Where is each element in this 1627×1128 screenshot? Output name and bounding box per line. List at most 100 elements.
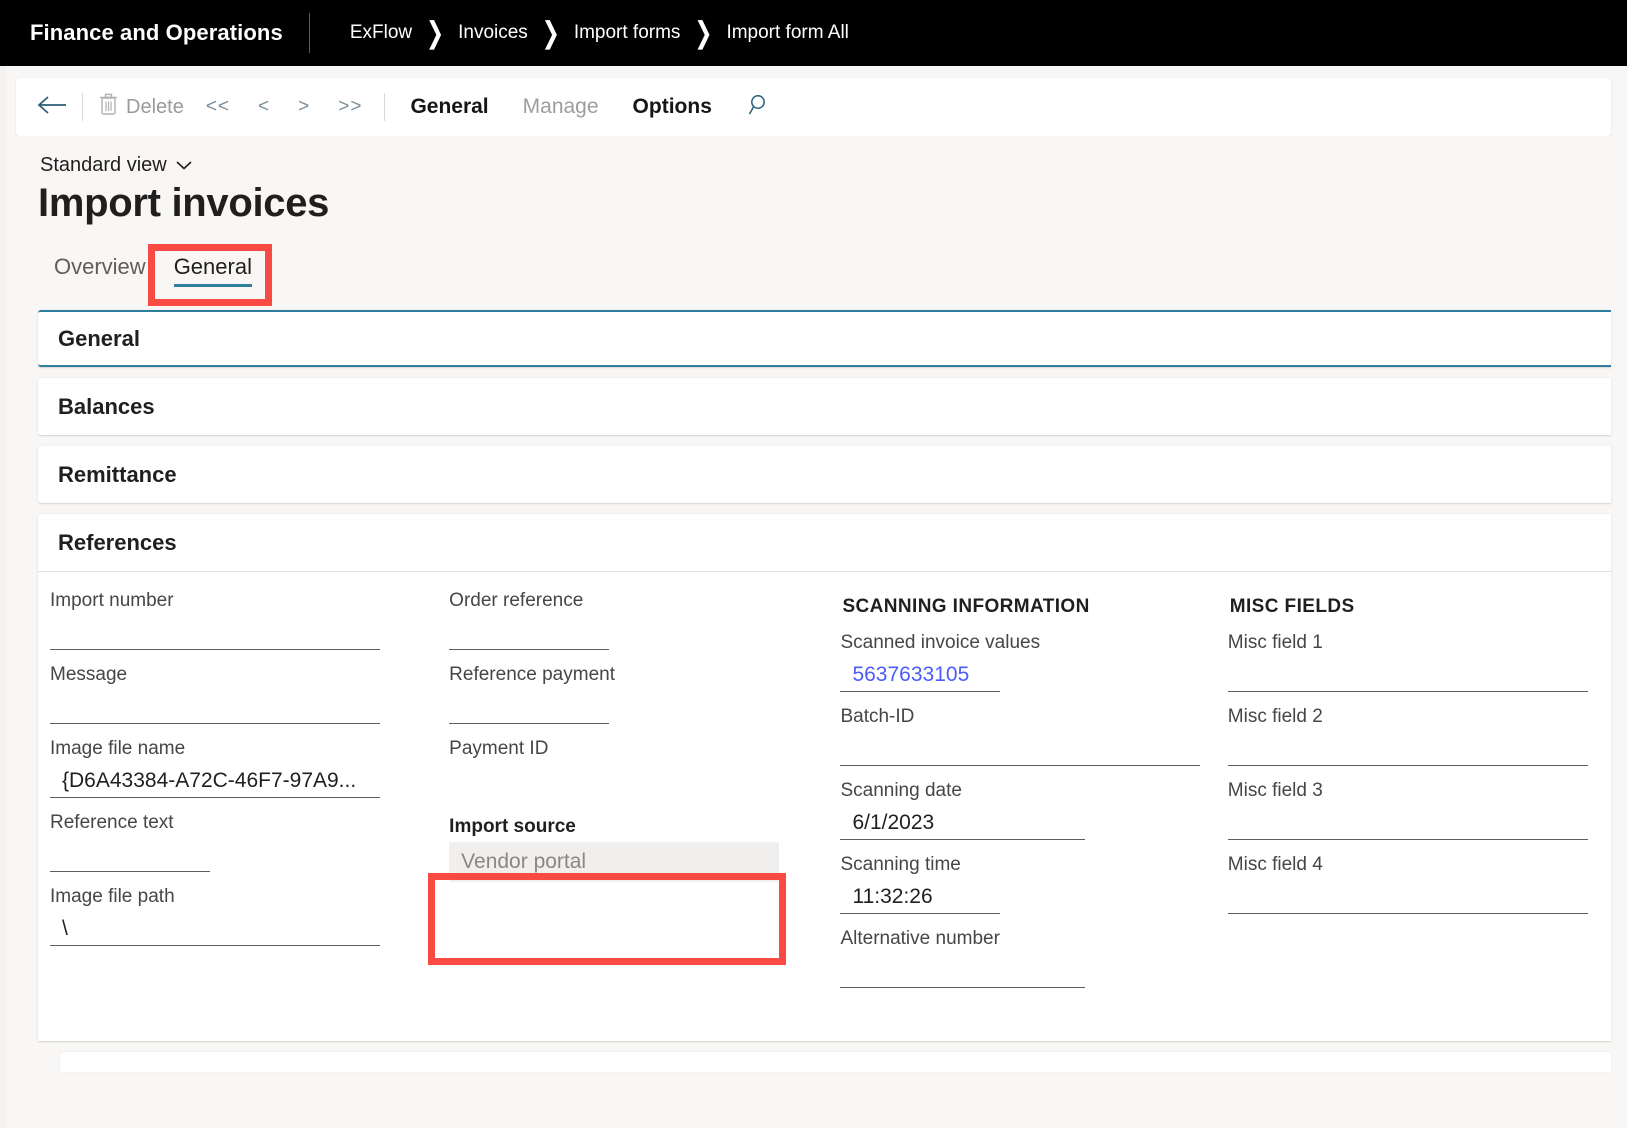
field-label-image-file-path: Image file path — [50, 886, 175, 907]
field-misc-4: Misc field 4 — [1227, 854, 1601, 914]
field-label-scanning-time: Scanning time — [840, 854, 961, 875]
section-title-remittance: Remittance — [58, 461, 177, 487]
action-toolbar: Delete << < > >> General Manage Options — [16, 78, 1611, 136]
nav-first-button[interactable]: << — [192, 96, 244, 118]
field-input-order-reference[interactable] — [449, 616, 610, 650]
field-input-batch-id[interactable] — [840, 732, 1201, 766]
references-column-4-misc: MISC FIELDS Misc field 1 Misc field 2 Mi… — [1216, 590, 1611, 1013]
breadcrumb-item-invoices[interactable]: Invoices — [452, 22, 534, 44]
field-message: Message — [50, 664, 427, 724]
page-content: Standard view Import invoices Overview G… — [0, 136, 1627, 1128]
field-import-source: Import source Vendor portal — [449, 816, 818, 882]
group-heading-scanning-information: SCANNING INFORMATION — [842, 596, 1090, 617]
page-title: Import invoices — [38, 181, 330, 225]
field-label-message: Message — [50, 664, 128, 685]
field-input-alternative-number[interactable] — [840, 954, 1086, 988]
chevron-down-icon — [175, 154, 193, 177]
field-reference-payment: Reference payment — [449, 664, 818, 724]
page-scroll-rail[interactable] — [0, 66, 6, 1128]
field-label-misc-3: Misc field 3 — [1227, 780, 1323, 801]
field-misc-2: Misc field 2 — [1227, 706, 1601, 766]
field-input-image-file-name[interactable]: {D6A43384-A72C-46F7-97A9... — [50, 764, 380, 798]
field-import-number: Import number — [50, 590, 427, 650]
section-title-balances: Balances — [58, 393, 155, 419]
back-button[interactable] — [30, 87, 74, 127]
breadcrumb-item-import-form-all[interactable]: Import form All — [720, 22, 854, 44]
nav-previous-button[interactable]: < — [244, 96, 284, 118]
breadcrumb: ExFlow ❯ Invoices ❯ Import forms ❯ Impor… — [310, 15, 855, 49]
section-title-references: References — [58, 529, 177, 555]
field-scanning-date: Scanning date 6/1/2023 — [840, 780, 1205, 840]
field-reference-text: Reference text — [50, 812, 427, 872]
field-input-reference-payment[interactable] — [449, 690, 610, 724]
chevron-right-icon: ❯ — [694, 15, 713, 50]
field-batch-id: Batch-ID — [840, 706, 1205, 766]
section-header-references[interactable]: References — [38, 514, 1611, 571]
nav-last-button[interactable]: >> — [324, 96, 376, 118]
search-button[interactable] — [729, 92, 781, 123]
field-input-import-source[interactable]: Vendor portal — [449, 842, 780, 882]
field-misc-3: Misc field 3 — [1227, 780, 1601, 840]
group-heading-misc-fields: MISC FIELDS — [1229, 596, 1355, 617]
breadcrumb-item-exflow[interactable]: ExFlow — [344, 22, 418, 44]
payment-id-spacer — [449, 764, 818, 790]
delete-button-label: Delete — [126, 95, 184, 118]
section-header-general[interactable]: General — [38, 310, 1611, 367]
next-section-peek[interactable] — [60, 1052, 1611, 1072]
field-input-scanning-time[interactable]: 11:32:26 — [840, 880, 1001, 914]
delete-button[interactable]: Delete — [91, 93, 192, 122]
field-input-scanned-invoice-values[interactable]: 5637633105 — [840, 658, 1001, 692]
field-input-scanning-date[interactable]: 6/1/2023 — [840, 806, 1086, 840]
field-image-file-name: Image file name {D6A43384-A72C-46F7-97A9… — [50, 738, 427, 798]
field-input-misc-1[interactable] — [1227, 658, 1588, 692]
toolbar-divider-1 — [82, 93, 83, 121]
field-scanned-invoice-values: Scanned invoice values 5637633105 — [840, 632, 1205, 692]
field-alternative-number: Alternative number — [840, 928, 1205, 988]
field-label-scanning-date: Scanning date — [840, 780, 962, 801]
tab-general[interactable]: General — [160, 250, 266, 292]
toolbar-divider-2 — [384, 93, 386, 121]
references-column-3-scanning: SCANNING INFORMATION Scanned invoice val… — [828, 590, 1215, 1013]
toolbar-container: Delete << < > >> General Manage Options — [0, 66, 1627, 136]
field-label-order-reference: Order reference — [449, 590, 584, 611]
field-label-import-number: Import number — [50, 590, 174, 611]
field-scanning-time: Scanning time 11:32:26 — [840, 854, 1205, 914]
field-input-misc-3[interactable] — [1227, 806, 1588, 840]
field-label-misc-1: Misc field 1 — [1227, 632, 1323, 653]
tab-overview[interactable]: Overview — [40, 250, 160, 292]
chevron-right-icon: ❯ — [541, 15, 561, 50]
menu-tab-options[interactable]: Options — [616, 95, 729, 119]
app-brand-title: Finance and Operations — [30, 20, 283, 45]
back-arrow-icon — [36, 94, 68, 121]
section-header-balances[interactable]: Balances — [38, 378, 1611, 435]
field-input-misc-4[interactable] — [1227, 880, 1588, 914]
breadcrumb-item-import-forms[interactable]: Import forms — [568, 22, 687, 44]
references-column-1: Import number Message Image file name {D… — [38, 590, 437, 1013]
view-selector-label: Standard view — [40, 154, 167, 176]
field-input-misc-2[interactable] — [1227, 732, 1588, 766]
field-label-batch-id: Batch-ID — [840, 706, 915, 727]
field-label-payment-id: Payment ID — [449, 738, 549, 759]
field-label-reference-text: Reference text — [50, 812, 174, 833]
field-payment-id: Payment ID — [449, 738, 818, 790]
section-header-remittance[interactable]: Remittance — [38, 446, 1611, 503]
menu-tab-manage[interactable]: Manage — [506, 95, 616, 119]
field-label-alternative-number: Alternative number — [840, 928, 1000, 949]
field-input-message[interactable] — [50, 690, 380, 724]
view-selector[interactable]: Standard view — [16, 136, 193, 177]
section-title-general: General — [58, 325, 140, 351]
field-input-reference-text[interactable] — [50, 838, 210, 872]
accordion-list: General Balances Remittance References I… — [16, 292, 1611, 1072]
search-icon — [745, 92, 771, 123]
trash-icon — [99, 93, 118, 122]
field-input-image-file-path[interactable]: \ — [50, 912, 380, 946]
nav-next-button[interactable]: > — [284, 96, 324, 118]
field-label-scanned-invoice-values: Scanned invoice values — [840, 632, 1041, 653]
field-order-reference: Order reference — [449, 590, 818, 650]
tab-strip: Overview General — [16, 226, 1611, 292]
field-input-import-number[interactable] — [50, 616, 380, 650]
menu-tab-general[interactable]: General — [393, 95, 505, 119]
references-fields-body: Import number Message Image file name {D… — [38, 571, 1611, 1041]
section-panel-references: References Import number Message Image f… — [38, 514, 1611, 1041]
field-misc-1: Misc field 1 — [1227, 632, 1601, 692]
